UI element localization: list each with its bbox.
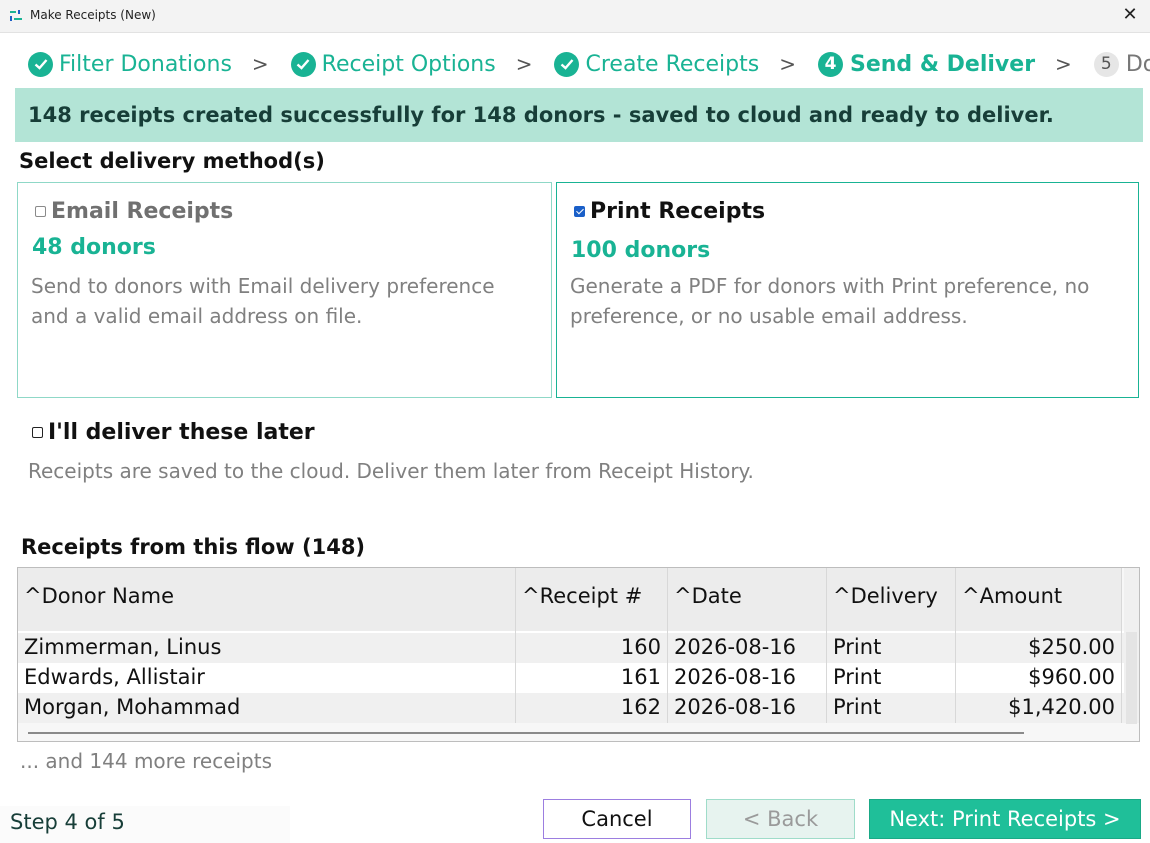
checkmark-icon [28, 51, 53, 77]
column-header-amount[interactable]: ^Amount [956, 568, 1122, 631]
table-row[interactable]: Zimmerman, Linus 160 2026-08-16 Print $2… [18, 633, 1124, 663]
email-receipts-checkbox[interactable] [35, 206, 46, 217]
email-receipts-label: Email Receipts [51, 199, 234, 224]
email-description: Send to donors with Email delivery prefe… [31, 274, 495, 328]
step-separator: > [779, 52, 796, 76]
delivery-cell: Print [827, 663, 956, 693]
email-donor-count: 48 donors [32, 235, 156, 260]
donor-name-cell: Zimmerman, Linus [18, 633, 516, 663]
amount-cell: $1,420.00 [956, 693, 1122, 723]
step-done: 5 Done [1093, 51, 1150, 77]
status-bar: Step 4 of 5 [0, 806, 290, 843]
column-header-donor-name[interactable]: ^Donor Name [18, 568, 516, 631]
table-header: ^Donor Name ^Receipt # ^Date ^Delivery ^… [18, 568, 1122, 631]
donor-name-cell: Edwards, Allistair [18, 663, 516, 693]
table-body: Zimmerman, Linus 160 2026-08-16 Print $2… [18, 631, 1124, 723]
success-banner: 148 receipts created successfully for 14… [15, 88, 1143, 142]
step-separator: > [1055, 52, 1072, 76]
receipts-table: ^Donor Name ^Receipt # ^Date ^Delivery ^… [17, 567, 1140, 742]
date-cell: 2026-08-16 [668, 693, 827, 723]
scrollbar-thumb[interactable] [1126, 632, 1137, 724]
more-receipts-text: ... and 144 more receipts [20, 749, 273, 773]
receipt-number-cell: 161 [516, 663, 668, 693]
delivery-cell: Print [827, 693, 956, 723]
deliver-later-checkbox[interactable] [32, 427, 43, 438]
delivery-section-label: Select delivery method(s) [19, 149, 325, 173]
step-number-badge: 5 [1093, 51, 1119, 77]
receipts-table-title: Receipts from this flow (148) [21, 535, 366, 559]
step-filter-donations[interactable]: Filter Donations [28, 51, 232, 77]
close-icon: ✕ [1122, 4, 1138, 25]
step-receipt-options[interactable]: Receipt Options [290, 51, 496, 77]
step-send-deliver: 4 Send & Deliver [817, 51, 1036, 77]
date-cell: 2026-08-16 [668, 633, 827, 663]
print-receipts-label: Print Receipts [590, 199, 766, 224]
horizontal-scrollbar[interactable] [28, 732, 1024, 734]
step-label: Filter Donations [59, 51, 232, 77]
step-separator: > [515, 52, 533, 76]
print-receipts-checkbox[interactable] [574, 206, 585, 217]
checkmark-icon [290, 51, 316, 77]
amount-cell: $250.00 [956, 633, 1122, 663]
checkmark-icon [554, 51, 580, 77]
deliver-later-label: I'll deliver these later [48, 420, 315, 445]
column-header-receipt-number[interactable]: ^Receipt # [516, 568, 668, 631]
donor-name-cell: Morgan, Mohammad [18, 693, 516, 723]
print-receipts-card[interactable]: Print Receipts 100 donors Generate a PDF… [556, 182, 1139, 398]
app-logo-icon [10, 10, 22, 21]
step-status-text: Step 4 of 5 [10, 810, 125, 834]
cancel-button[interactable]: Cancel [543, 799, 691, 839]
table-row[interactable]: Edwards, Allistair 161 2026-08-16 Print … [18, 663, 1124, 693]
email-receipts-option[interactable]: Email Receipts [35, 199, 233, 224]
window-title: Make Receipts (New) [30, 8, 156, 22]
receipt-number-cell: 162 [516, 693, 668, 723]
vertical-scrollbar[interactable] [1124, 568, 1139, 724]
step-label: Send & Deliver [849, 51, 1036, 77]
deliver-later-description: Receipts are saved to the cloud. Deliver… [28, 459, 754, 483]
column-header-delivery[interactable]: ^Delivery [827, 568, 956, 631]
back-button[interactable]: < Back [706, 799, 855, 839]
date-cell: 2026-08-16 [668, 663, 827, 693]
step-create-receipts[interactable]: Create Receipts [554, 51, 760, 77]
step-label: Done [1125, 51, 1150, 77]
print-donor-count: 100 donors [571, 238, 711, 263]
print-description: Generate a PDF for donors with Print pre… [570, 274, 1090, 328]
table-row[interactable]: Morgan, Mohammad 162 2026-08-16 Print $1… [18, 693, 1124, 723]
delivery-cell: Print [827, 633, 956, 663]
print-receipts-option[interactable]: Print Receipts [574, 199, 765, 224]
step-number-badge: 4 [817, 51, 843, 77]
receipt-number-cell: 160 [516, 633, 668, 663]
column-header-date[interactable]: ^Date [668, 568, 827, 631]
next-print-receipts-button[interactable]: Next: Print Receipts > [869, 799, 1141, 839]
wizard-steps: Filter Donations > Receipt Options > Cre… [28, 48, 1150, 80]
amount-cell: $960.00 [956, 663, 1122, 693]
step-label: Create Receipts [585, 51, 760, 77]
title-bar: Make Receipts (New) ✕ [0, 0, 1150, 33]
step-label: Receipt Options [321, 51, 496, 77]
email-receipts-card[interactable]: Email Receipts 48 donors Send to donors … [17, 182, 552, 398]
deliver-later-option[interactable]: I'll deliver these later [32, 420, 315, 445]
close-button[interactable]: ✕ [1118, 4, 1142, 28]
step-separator: > [251, 52, 269, 76]
